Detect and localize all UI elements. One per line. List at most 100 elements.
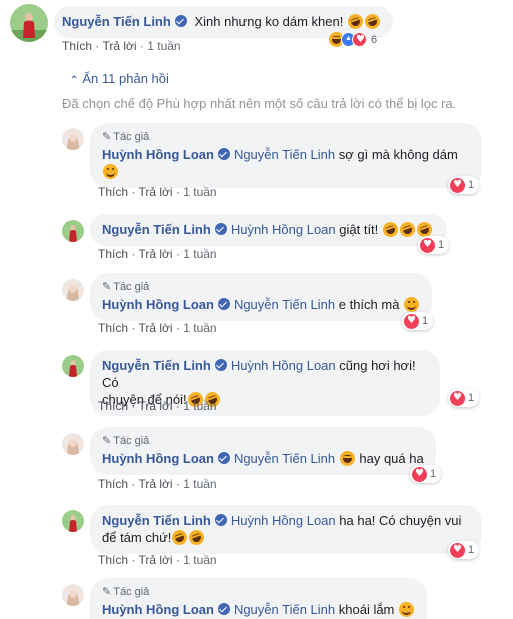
timestamp: 1 tuần (183, 553, 217, 567)
verified-badge-icon (217, 298, 230, 310)
rofl-emoji-icon (362, 11, 383, 32)
like-link[interactable]: Thích (98, 477, 128, 491)
comment-actions: Thích · Trả lời · 1 tuần (98, 185, 217, 199)
hide-replies-link[interactable]: ⌃ Ẩn 11 phản hồi (70, 71, 169, 86)
love-reaction-icon (450, 177, 465, 193)
reply-link[interactable]: Trả lời (138, 399, 172, 413)
author-tag-label: Tác giả (113, 131, 150, 143)
avatar[interactable] (62, 355, 84, 377)
reply-link[interactable]: Trả lời (138, 247, 172, 261)
reply-link[interactable]: Trả lời (138, 321, 172, 335)
avatar[interactable] (62, 128, 84, 150)
reply-link[interactable]: Trả lời (138, 185, 172, 199)
timestamp: 1 tuần (183, 399, 217, 413)
avatar[interactable] (62, 433, 84, 455)
comment-author[interactable]: Nguyễn Tiến Linh (102, 358, 211, 373)
comment-author[interactable]: Nguyễn Tiến Linh (62, 14, 171, 29)
smile-emoji-icon (404, 297, 420, 312)
pencil-icon: ✎ (102, 435, 112, 447)
reaction-count: 1 (438, 239, 445, 251)
mention-link[interactable]: Huỳnh Hồng Loan (231, 222, 336, 237)
timestamp: 1 tuần (183, 477, 217, 491)
like-link[interactable]: Thích (98, 185, 128, 199)
reaction-count: 1 (422, 315, 429, 327)
comment-actions: Thích · Trả lời · 1 tuần (62, 39, 181, 53)
like-link[interactable]: Thích (98, 399, 128, 413)
comment-author[interactable]: Nguyễn Tiến Linh (102, 222, 211, 237)
comment-author[interactable]: Huỳnh Hồng Loan (102, 451, 214, 466)
mention-link[interactable]: Nguyễn Tiến Linh (234, 147, 335, 162)
love-reaction-icon (412, 466, 427, 482)
pencil-icon: ✎ (102, 281, 112, 293)
timestamp: 1 tuần (183, 247, 217, 261)
reply-link[interactable]: Trả lời (102, 39, 136, 53)
laugh-emoji-icon (339, 451, 355, 466)
like-link[interactable]: Thích (62, 39, 92, 53)
reaction-pill[interactable]: 1 (402, 312, 434, 330)
author-tag: ✎ Tác giả (102, 434, 424, 448)
comment-text: e thích mà (338, 297, 400, 312)
reaction-summary[interactable]: 6 (328, 32, 377, 47)
reply-bubble: ✎ Tác giả Huỳnh Hồng Loan Nguyễn Tiến Linh… (90, 427, 436, 475)
mention-link[interactable]: Nguyễn Tiến Linh (234, 451, 335, 466)
comment-actions: Thích · Trả lời · 1 tuần (98, 477, 217, 491)
reaction-count: 1 (468, 544, 475, 556)
reply-bubble: Nguyễn Tiến Linh Huỳnh Hồng Loan giật tít… (90, 214, 447, 246)
avatar[interactable] (10, 4, 48, 42)
comment-text: ha ha! Có chuyện vui (339, 513, 462, 528)
rofl-emoji-icon (345, 11, 366, 32)
comment-actions: Thích · Trả lời · 1 tuần (98, 247, 217, 261)
verified-badge-icon (214, 359, 227, 371)
like-link[interactable]: Thích (98, 247, 128, 261)
chevron-up-icon: ⌃ (70, 75, 79, 86)
reply-link[interactable]: Trả lời (138, 477, 172, 491)
rofl-emoji-icon (380, 219, 401, 240)
author-tag-label: Tác giả (113, 281, 150, 293)
author-tag: ✎ Tác giả (102, 130, 470, 144)
like-link[interactable]: Thích (98, 321, 128, 335)
comment-text: sợ gì mà không dám (338, 147, 458, 162)
avatar[interactable] (62, 220, 84, 242)
avatar[interactable] (62, 584, 84, 606)
mention-link[interactable]: Nguyễn Tiến Linh (234, 297, 335, 312)
verified-badge-icon (217, 148, 230, 160)
verified-badge-icon (217, 452, 230, 464)
smirk-emoji-icon (399, 602, 415, 617)
comment-text: Xinh nhưng ko dám khen! (194, 14, 344, 29)
author-tag-label: Tác giả (113, 586, 150, 598)
reaction-pill[interactable]: 1 (410, 465, 442, 483)
verified-badge-icon (214, 514, 227, 526)
mention-link[interactable]: Huỳnh Hồng Loan (231, 358, 336, 373)
reply-bubble: Nguyễn Tiến Linh Huỳnh Hồng Loan ha ha! C… (90, 505, 482, 554)
smile-emoji-icon (103, 164, 118, 179)
timestamp: 1 tuần (147, 39, 181, 53)
rofl-emoji-icon (170, 527, 190, 548)
like-link[interactable]: Thích (98, 553, 128, 567)
avatar[interactable] (62, 279, 84, 301)
verified-badge-icon (214, 223, 227, 235)
comment-actions: Thích · Trả lời · 1 tuần (98, 321, 217, 335)
reaction-pill[interactable]: 1 (448, 541, 480, 559)
author-tag: ✎ Tác giả (102, 280, 420, 294)
comment-author[interactable]: Huỳnh Hồng Loan (102, 602, 214, 617)
comment-author[interactable]: Huỳnh Hồng Loan (102, 147, 214, 162)
reaction-pill[interactable]: 1 (448, 389, 480, 407)
comment-author[interactable]: Huỳnh Hồng Loan (102, 297, 214, 312)
love-reaction-icon (450, 390, 465, 406)
avatar[interactable] (62, 510, 84, 532)
hide-replies-label: Ẩn 11 phản hồi (82, 71, 169, 86)
mention-link[interactable]: Nguyễn Tiến Linh (234, 602, 335, 617)
love-reaction-icon (420, 237, 435, 253)
comment-author[interactable]: Nguyễn Tiến Linh (102, 513, 211, 528)
rofl-emoji-icon (187, 527, 207, 548)
reaction-count: 1 (468, 392, 475, 404)
reaction-count: 6 (371, 33, 378, 46)
author-tag: ✎ Tác giả (102, 585, 415, 599)
verified-badge-icon (217, 603, 230, 615)
reaction-pill[interactable]: 1 (448, 176, 480, 194)
love-reaction-icon (450, 542, 465, 558)
verified-badge-icon (174, 15, 187, 27)
mention-link[interactable]: Huỳnh Hồng Loan (231, 513, 336, 528)
reply-link[interactable]: Trả lời (138, 553, 172, 567)
reaction-pill[interactable]: 1 (418, 236, 450, 254)
